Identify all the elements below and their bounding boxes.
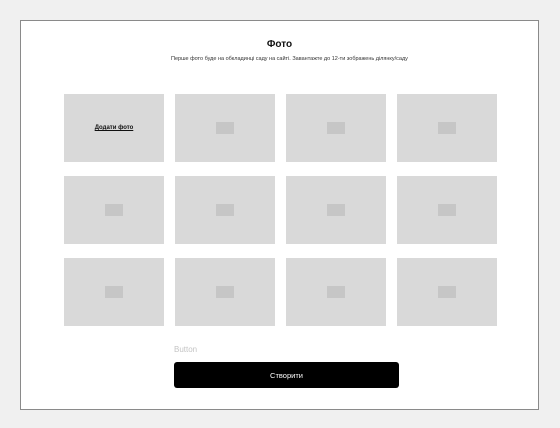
create-button[interactable]: Створити <box>174 362 399 388</box>
add-photo-tile[interactable]: Додати фото <box>64 94 164 162</box>
image-placeholder-icon <box>438 204 456 216</box>
photo-slot[interactable] <box>286 258 386 326</box>
image-placeholder-icon <box>327 286 345 298</box>
image-placeholder-icon <box>105 286 123 298</box>
page-subtitle: Перше фото буде на обкладинці саду на са… <box>171 56 408 62</box>
photo-slot[interactable] <box>175 258 275 326</box>
photo-slot[interactable] <box>64 176 164 244</box>
image-placeholder-icon <box>105 204 123 216</box>
photo-slot[interactable] <box>397 258 497 326</box>
photo-grid: Додати фото <box>64 94 497 326</box>
photo-slot[interactable] <box>397 176 497 244</box>
photo-slot[interactable] <box>286 176 386 244</box>
image-placeholder-icon <box>438 122 456 134</box>
photo-slot[interactable] <box>64 258 164 326</box>
photo-upload-panel: Фото Перше фото буде на обкладинці саду … <box>20 20 539 410</box>
button-caption: Button <box>174 345 198 354</box>
add-photo-link[interactable]: Додати фото <box>64 125 164 131</box>
photo-slot[interactable] <box>175 176 275 244</box>
image-placeholder-icon <box>327 204 345 216</box>
page-title: Фото <box>266 39 293 50</box>
image-placeholder-icon <box>216 122 234 134</box>
image-placeholder-icon <box>216 204 234 216</box>
image-placeholder-icon <box>438 286 456 298</box>
image-placeholder-icon <box>327 122 345 134</box>
photo-slot[interactable] <box>175 94 275 162</box>
photo-slot[interactable] <box>397 94 497 162</box>
image-placeholder-icon <box>216 286 234 298</box>
photo-slot[interactable] <box>286 94 386 162</box>
